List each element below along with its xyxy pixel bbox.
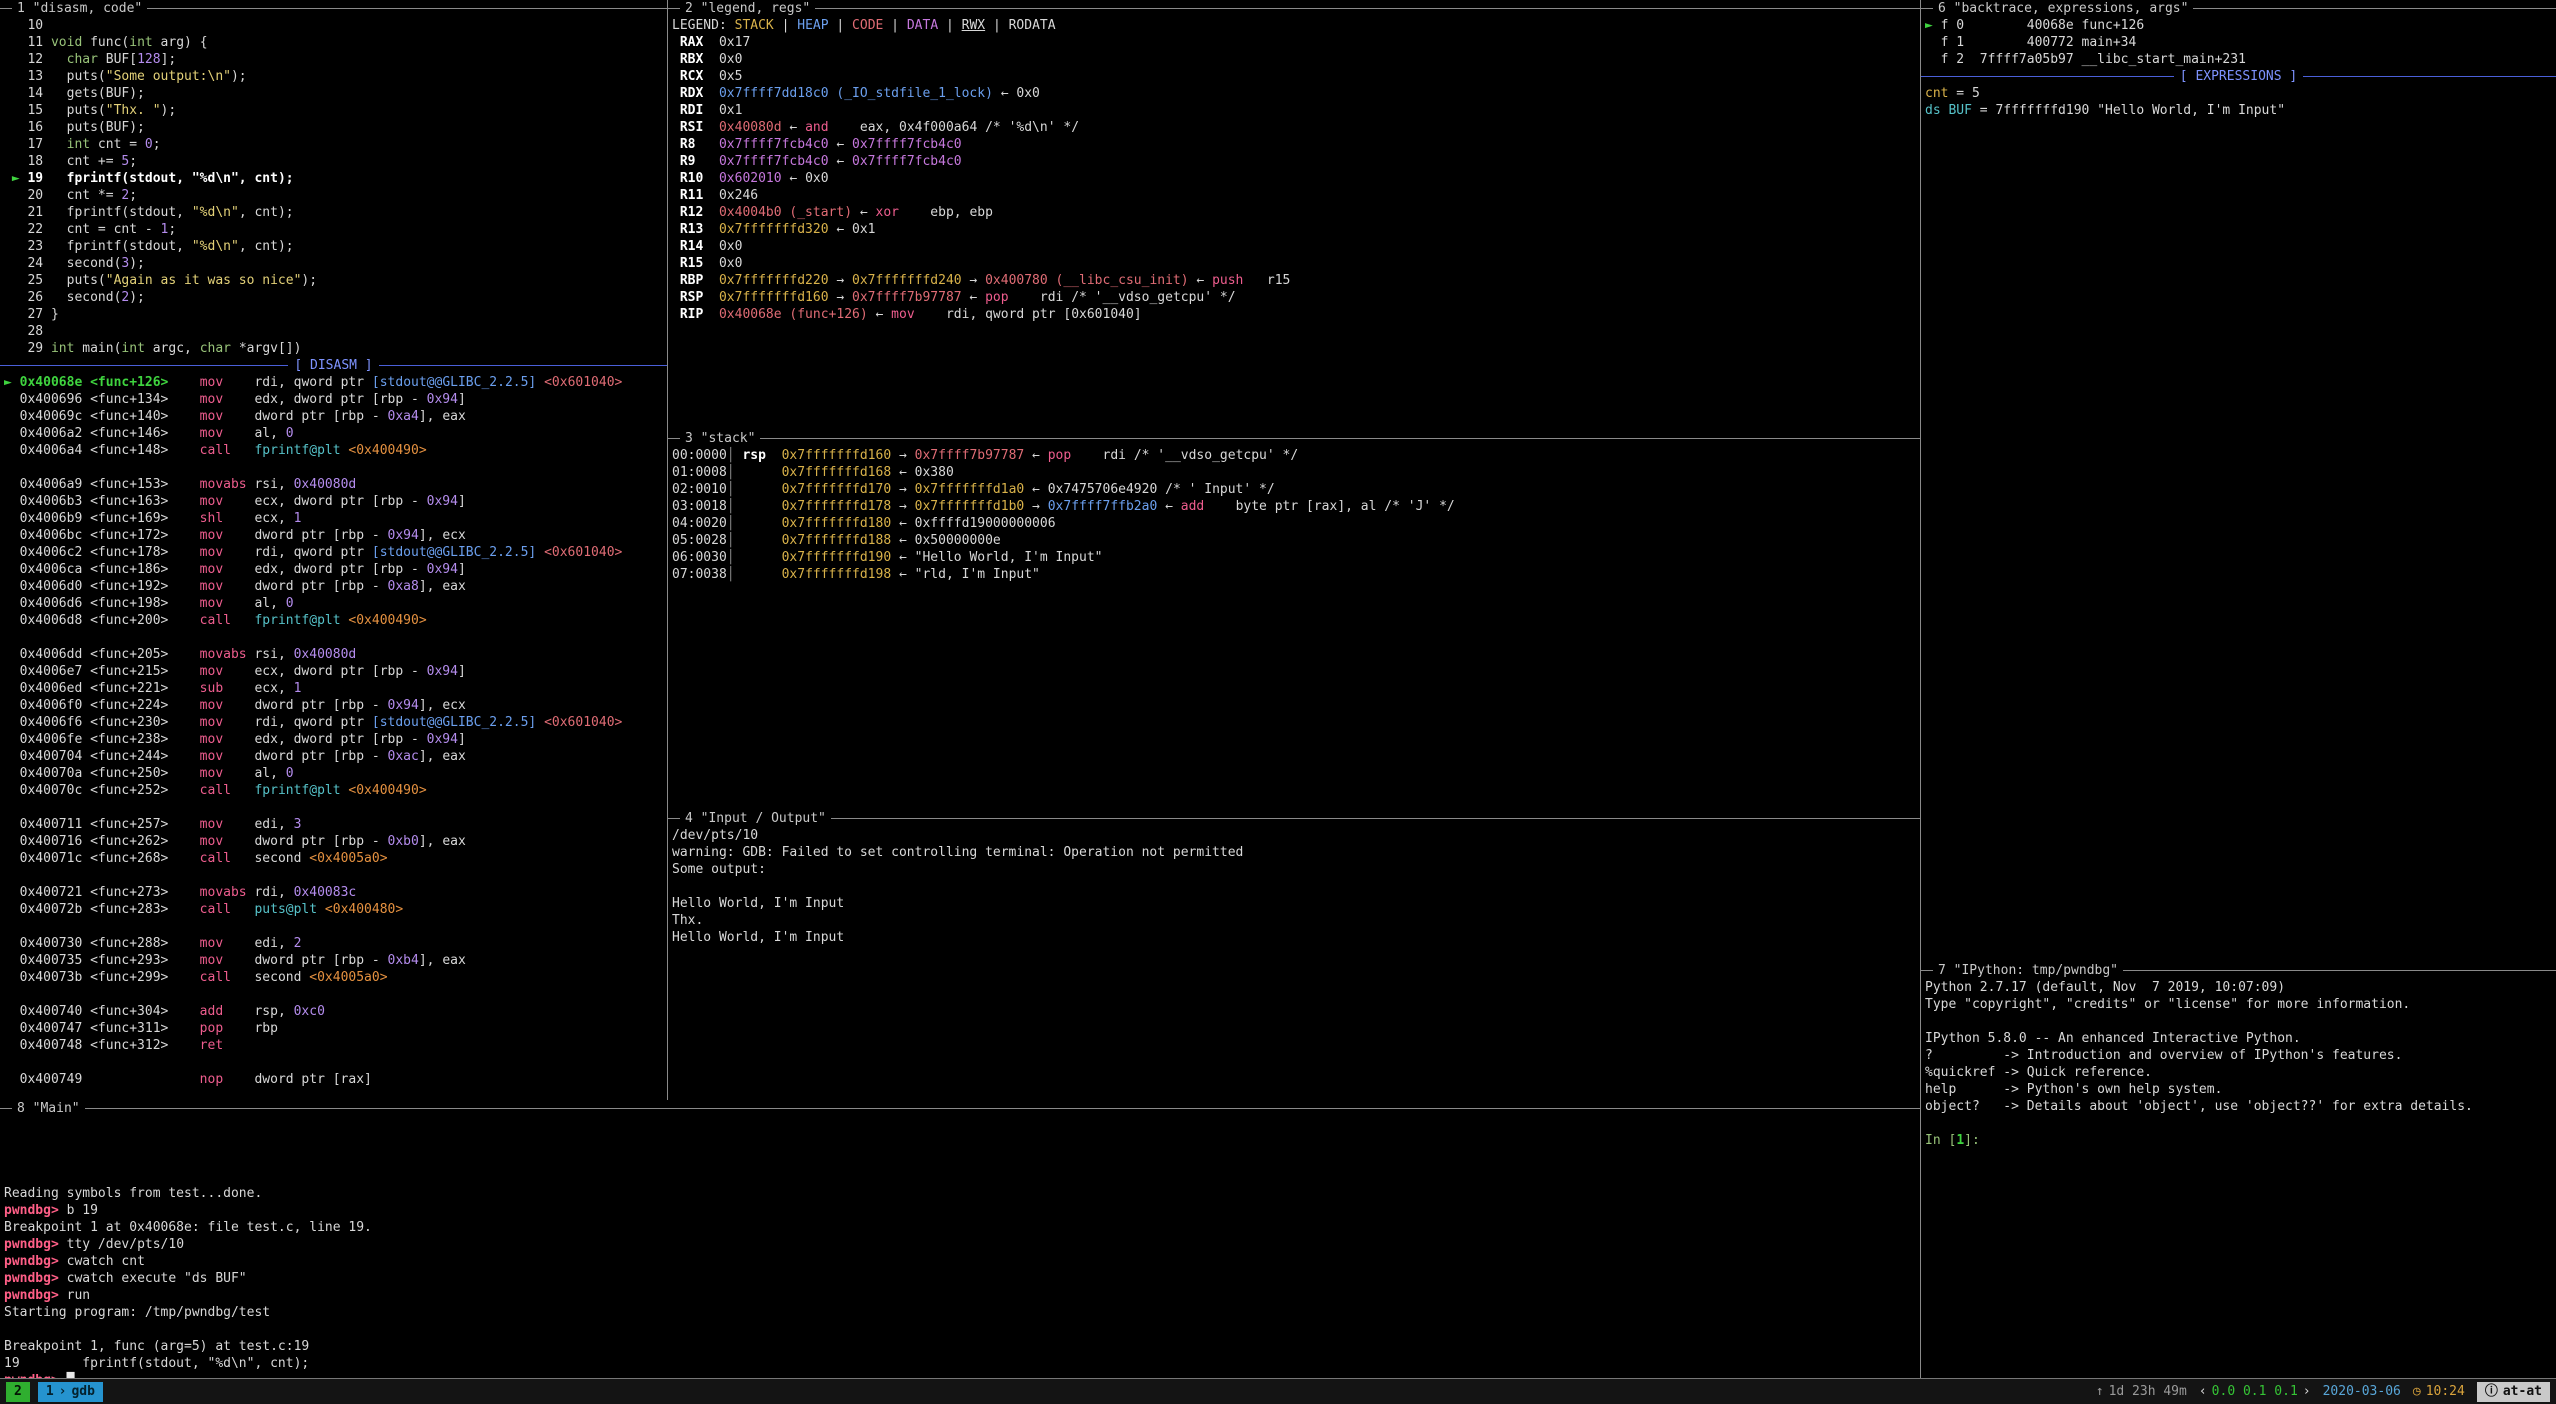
pane-input-output[interactable]: 4 "Input / Output" /dev/pts/10warning: G…	[668, 810, 1920, 1100]
border-line	[2193, 8, 2556, 9]
border-line	[0, 8, 12, 9]
disassembly-listing: ► 0x40068e <func+126> mov rdi, qword ptr…	[0, 374, 667, 1088]
pane-title-label: 8 "Main"	[12, 1100, 85, 1117]
divider-line	[2303, 76, 2556, 77]
pane-disasm-code[interactable]: 1 "disasm, code" 10 11 void func(int arg…	[0, 0, 668, 1100]
date-display: 2020-03-06	[2323, 1383, 2401, 1400]
tmux-window-tab-gdb[interactable]: 1 › gdb	[38, 1382, 103, 1402]
pane-title-disasm: 1 "disasm, code"	[0, 0, 667, 17]
tmux-status-bar: 2 1 › gdb ↑ 1d 23h 49m ‹ 0.0 0.1 0.1 › 2…	[0, 1378, 2556, 1404]
pane-title-stack: 3 "stack"	[668, 430, 1920, 447]
border-line	[147, 8, 667, 9]
pane-title-label: 3 "stack"	[680, 430, 760, 447]
load-average: ‹ 0.0 0.1 0.1 ›	[2199, 1383, 2311, 1400]
uptime-indicator: ↑ 1d 23h 49m	[2096, 1383, 2187, 1400]
pane-title-ipython: 7 "IPython: tmp/pwndbg"	[1921, 962, 2556, 979]
expressions-section-label: [ EXPRESSIONS ]	[2174, 68, 2303, 85]
border-line	[0, 1108, 12, 1109]
status-right: ↑ 1d 23h 49m ‹ 0.0 0.1 0.1 › 2020-03-06 …	[2096, 1382, 2550, 1402]
border-line	[668, 8, 680, 9]
right-column: 6 "backtrace, expressions, args" ► f 0 4…	[1920, 0, 2556, 1378]
hostname-badge: ⓘ at-at	[2477, 1382, 2550, 1402]
border-line	[668, 818, 680, 819]
pane-title-label: 6 "backtrace, expressions, args"	[1933, 0, 2193, 17]
upper-panes-row: 1 "disasm, code" 10 11 void func(int arg…	[0, 0, 1920, 1100]
pane-title-io: 4 "Input / Output"	[668, 810, 1920, 827]
source-code-listing: 10 11 void func(int arg) { 12 char BUF[1…	[0, 17, 667, 357]
window-separator-icon: ›	[59, 1383, 67, 1400]
pane-title-label: 4 "Input / Output"	[680, 810, 831, 827]
pane-main-gdb-console[interactable]: 8 "Main" Reading symbols from test...don…	[0, 1100, 1920, 1378]
disasm-section-label: [ DISASM ]	[288, 357, 378, 374]
clock-icon: ◷	[2413, 1383, 2421, 1400]
disasm-section-divider: [ DISASM ]	[0, 357, 667, 374]
pane-title-backtrace: 6 "backtrace, expressions, args"	[1921, 0, 2556, 17]
border-line	[668, 438, 680, 439]
registers-listing: LEGEND: STACK | HEAP | CODE | DATA | RWX…	[668, 17, 1920, 323]
pane-title-main: 8 "Main"	[0, 1100, 1920, 1117]
load-open-bracket: ‹	[2199, 1383, 2207, 1400]
pane-backtrace-expressions[interactable]: 6 "backtrace, expressions, args" ► f 0 4…	[1921, 0, 2556, 962]
gdb-console-output[interactable]: Reading symbols from test...done.pwndbg>…	[0, 1117, 1920, 1378]
hostname-value: at-at	[2503, 1383, 2542, 1400]
divider-line	[0, 365, 288, 366]
uptime-arrow-icon: ↑	[2096, 1383, 2104, 1400]
border-line	[85, 1108, 1920, 1109]
pane-title-label: 2 "legend, regs"	[680, 0, 815, 17]
border-line	[760, 438, 1920, 439]
terminal-screen: 1 "disasm, code" 10 11 void func(int arg…	[0, 0, 2556, 1404]
pane-title-label: 1 "disasm, code"	[12, 0, 147, 17]
pane-ipython[interactable]: 7 "IPython: tmp/pwndbg" Python 2.7.17 (d…	[1921, 962, 2556, 1378]
pane-title-label: 7 "IPython: tmp/pwndbg"	[1933, 962, 2123, 979]
divider-line	[379, 365, 667, 366]
border-line	[815, 8, 1920, 9]
program-output: /dev/pts/10warning: GDB: Failed to set c…	[668, 827, 1920, 946]
backtrace-frames: ► f 0 40068e func+126 f 1 400772 main+34…	[1921, 17, 2556, 68]
stack-listing: 00:0000│ rsp 0x7fffffffd160 → 0x7ffff7b9…	[668, 447, 1920, 583]
pane-stack[interactable]: 3 "stack" 00:0000│ rsp 0x7fffffffd160 → …	[668, 430, 1920, 810]
time-value: 10:24	[2426, 1383, 2465, 1400]
time-display: ◷ 10:24	[2413, 1383, 2465, 1400]
tmux-session-badge[interactable]: 2	[6, 1382, 30, 1402]
watch-expressions: cnt = 5ds BUF = 7fffffffd190 "Hello Worl…	[1921, 85, 2556, 119]
border-line	[2123, 970, 2556, 971]
load-values: 0.0 0.1 0.1	[2212, 1383, 2298, 1400]
expressions-section-divider: [ EXPRESSIONS ]	[1921, 68, 2556, 85]
border-line	[1921, 8, 1933, 9]
window-name: gdb	[71, 1383, 94, 1400]
window-index: 1	[46, 1383, 54, 1400]
tmux-pane-area: 1 "disasm, code" 10 11 void func(int arg…	[0, 0, 2556, 1378]
pane-legend-regs[interactable]: 2 "legend, regs" LEGEND: STACK | HEAP | …	[668, 0, 1920, 430]
ipython-console[interactable]: Python 2.7.17 (default, Nov 7 2019, 10:0…	[1921, 979, 2556, 1149]
load-close-bracket: ›	[2303, 1383, 2311, 1400]
pane-title-regs: 2 "legend, regs"	[668, 0, 1920, 17]
info-icon: ⓘ	[2485, 1383, 2498, 1400]
uptime-value: 1d 23h 49m	[2109, 1383, 2187, 1400]
border-line	[831, 818, 1920, 819]
border-line	[1921, 970, 1933, 971]
left-middle-column: 1 "disasm, code" 10 11 void func(int arg…	[0, 0, 1920, 1378]
middle-column: 2 "legend, regs" LEGEND: STACK | HEAP | …	[668, 0, 1920, 1100]
divider-line	[1921, 76, 2174, 77]
